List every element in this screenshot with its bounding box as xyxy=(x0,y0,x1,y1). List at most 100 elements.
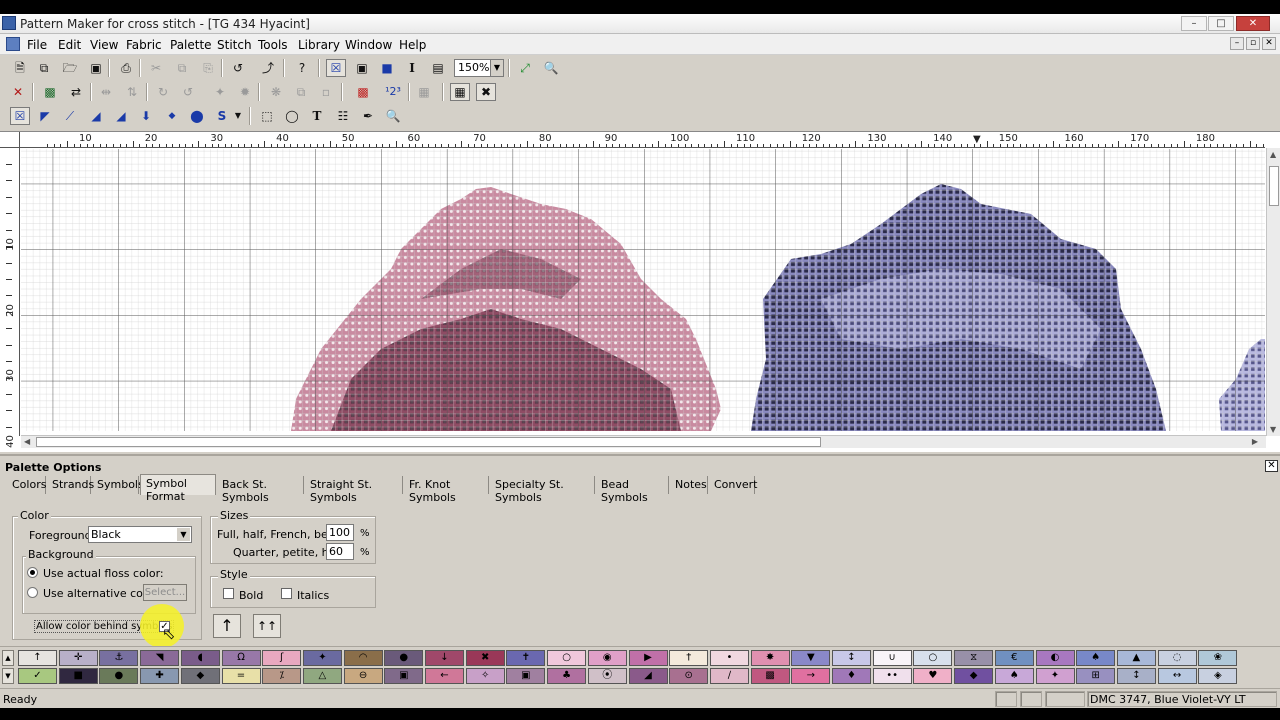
bold-checkbox[interactable] xyxy=(223,588,234,599)
color-swatch[interactable]: ◌ xyxy=(1157,650,1197,666)
text-tool-icon[interactable]: T xyxy=(307,107,327,125)
eyedropper-icon[interactable]: ✒ xyxy=(358,107,378,125)
color-swatch[interactable]: ✸ xyxy=(750,650,790,666)
rotate-icon[interactable]: ⇅ xyxy=(122,83,142,101)
bead-tool-icon[interactable]: ⬤ xyxy=(187,107,207,125)
color-swatch[interactable]: ↔ xyxy=(1157,668,1197,684)
menu-library[interactable]: Library xyxy=(298,38,340,52)
specialty-tool-icon[interactable]: S xyxy=(212,107,232,125)
crop-icon[interactable]: ▫ xyxy=(316,83,336,101)
full-stitch-view-icon[interactable]: ☒ xyxy=(326,59,346,77)
color-swatch[interactable]: •• xyxy=(872,668,912,684)
color-swatch[interactable]: ◠ xyxy=(343,650,383,666)
color-swatch[interactable]: ◖ xyxy=(180,650,220,666)
color-swatch[interactable]: ♣ xyxy=(547,668,587,684)
color-swatch[interactable]: ▼ xyxy=(791,650,831,666)
color-swatch[interactable]: Ω xyxy=(221,650,261,666)
color-swatch[interactable]: € xyxy=(994,650,1034,666)
half-stitch-tool-icon[interactable]: ◤ xyxy=(35,107,55,125)
app-icon[interactable] xyxy=(2,16,16,30)
tab-convert[interactable]: Convert xyxy=(710,476,758,494)
color-swatch[interactable]: ◆ xyxy=(954,668,994,684)
color-swatch[interactable]: ↓ xyxy=(425,650,464,666)
zoom-icon[interactable]: 🔍 xyxy=(541,59,561,77)
three-quarter-tool-icon[interactable]: ◢ xyxy=(86,107,106,125)
number-icon[interactable]: ¹2³ xyxy=(383,83,403,101)
tab-strands[interactable]: Strands xyxy=(48,476,94,494)
zoom-fit-icon[interactable]: ⤢ xyxy=(515,59,535,77)
tab-specialty-st-symbols[interactable]: Specialty St. Symbols xyxy=(491,476,595,504)
color-swatch[interactable]: ∕ xyxy=(709,668,749,684)
cut-icon[interactable]: ✂ xyxy=(146,59,166,77)
replace-color-icon[interactable]: ▩ xyxy=(40,83,60,101)
spread-icon[interactable]: ↺ xyxy=(178,83,198,101)
color-swatch[interactable]: ✝ xyxy=(506,650,546,666)
color-swatch[interactable]: ∪ xyxy=(872,650,912,666)
color-swatch[interactable]: ⧖ xyxy=(954,650,994,666)
color-swatch[interactable]: ○ xyxy=(913,650,953,666)
color-swatch[interactable]: ⁒ xyxy=(262,668,302,684)
horizontal-scroll-thumb[interactable] xyxy=(36,437,821,447)
mdi-close-button[interactable]: ✕ xyxy=(1262,37,1276,50)
redo-icon[interactable]: ⤴ xyxy=(258,59,278,77)
lasso-icon[interactable]: ◯ xyxy=(282,107,302,125)
color-swatch[interactable]: ↕ xyxy=(832,650,871,666)
scroll-right-icon[interactable]: ▶ xyxy=(1252,437,1258,446)
rect-select-icon[interactable]: ⬚ xyxy=(257,107,277,125)
pin-icon[interactable]: ✹ xyxy=(235,83,255,101)
palette-icon[interactable]: ▩ xyxy=(353,83,373,101)
color-swatch[interactable]: • xyxy=(709,650,749,666)
color-swatch[interactable]: ♠ xyxy=(1076,650,1116,666)
tab-bead-symbols[interactable]: Bead Symbols xyxy=(597,476,669,504)
full-stitch-tool-icon[interactable]: ☒ xyxy=(10,107,30,125)
scroll-up-icon[interactable]: ▲ xyxy=(1270,150,1276,159)
rotate-right-icon[interactable]: ⧉ xyxy=(291,83,311,101)
menu-tools[interactable]: Tools xyxy=(258,38,288,52)
pages-icon[interactable]: ▤ xyxy=(428,59,448,77)
color-swatch[interactable]: ↕ xyxy=(1116,668,1156,684)
magnify-icon[interactable]: 🔍 xyxy=(383,107,403,125)
tab-symbol-format[interactable]: Symbol Format xyxy=(140,474,216,503)
mdi-restore-button[interactable]: ▫ xyxy=(1246,37,1260,50)
menu-file[interactable]: File xyxy=(27,38,47,52)
chevron-down-icon[interactable]: ▼ xyxy=(490,60,503,76)
grid-icon[interactable]: ▦ xyxy=(450,83,470,101)
foreground-select[interactable]: Black ▼ xyxy=(88,526,192,543)
copy-icon[interactable]: ⧉ xyxy=(172,59,192,77)
shade-icon[interactable]: ▦ xyxy=(414,83,434,101)
tab-back-st-symbols[interactable]: Back St. Symbols xyxy=(218,476,304,504)
color-swatch[interactable]: ✓ xyxy=(18,668,57,684)
color-swatch[interactable]: ❀ xyxy=(1198,650,1238,666)
color-swatch[interactable]: † xyxy=(669,650,709,666)
tab-fr-knot-symbols[interactable]: Fr. Knot Symbols xyxy=(405,476,489,504)
menu-window[interactable]: Window xyxy=(345,38,392,52)
color-swatch[interactable]: ■ xyxy=(58,668,98,684)
symbol-preview-small-button[interactable]: ↑↑ xyxy=(253,614,281,638)
tab-straight-st-symbols[interactable]: Straight St. Symbols xyxy=(306,476,403,504)
symbol-preview-button[interactable]: ↑ xyxy=(213,614,241,638)
cross-icon[interactable]: ✖ xyxy=(476,83,496,101)
color-swatch[interactable]: ▶ xyxy=(628,650,668,666)
open-folder-icon[interactable]: 🗁 xyxy=(60,59,80,77)
color-swatch[interactable]: ✧ xyxy=(465,668,505,684)
delete-icon[interactable]: ✕ xyxy=(8,83,28,101)
horizontal-scrollbar[interactable]: ◀ ▶ xyxy=(21,435,1266,448)
help-icon[interactable]: ? xyxy=(292,59,312,77)
block-view-icon[interactable]: ■ xyxy=(377,59,397,77)
color-swatch[interactable]: ▲ xyxy=(1116,650,1156,666)
color-swatch[interactable]: ♦ xyxy=(832,668,871,684)
color-swatch[interactable]: ▣ xyxy=(506,668,546,684)
color-swatch[interactable]: ✦ xyxy=(302,650,342,666)
color-swatch[interactable]: △ xyxy=(302,668,342,684)
color-swatch[interactable]: ▩ xyxy=(750,668,790,684)
fill-icon[interactable]: ✦ xyxy=(210,83,230,101)
color-swatch[interactable]: ● xyxy=(384,650,424,666)
select-color-button[interactable]: Select... xyxy=(143,584,187,601)
color-swatch[interactable]: ⊖ xyxy=(343,668,383,684)
color-swatch[interactable]: ◉ xyxy=(587,650,627,666)
flip-icon[interactable]: ↻ xyxy=(153,83,173,101)
menu-stitch[interactable]: Stitch xyxy=(217,38,252,52)
color-swatch[interactable]: ʃ xyxy=(262,650,302,666)
menu-view[interactable]: View xyxy=(90,38,118,52)
vertical-scroll-thumb[interactable] xyxy=(1269,166,1279,206)
